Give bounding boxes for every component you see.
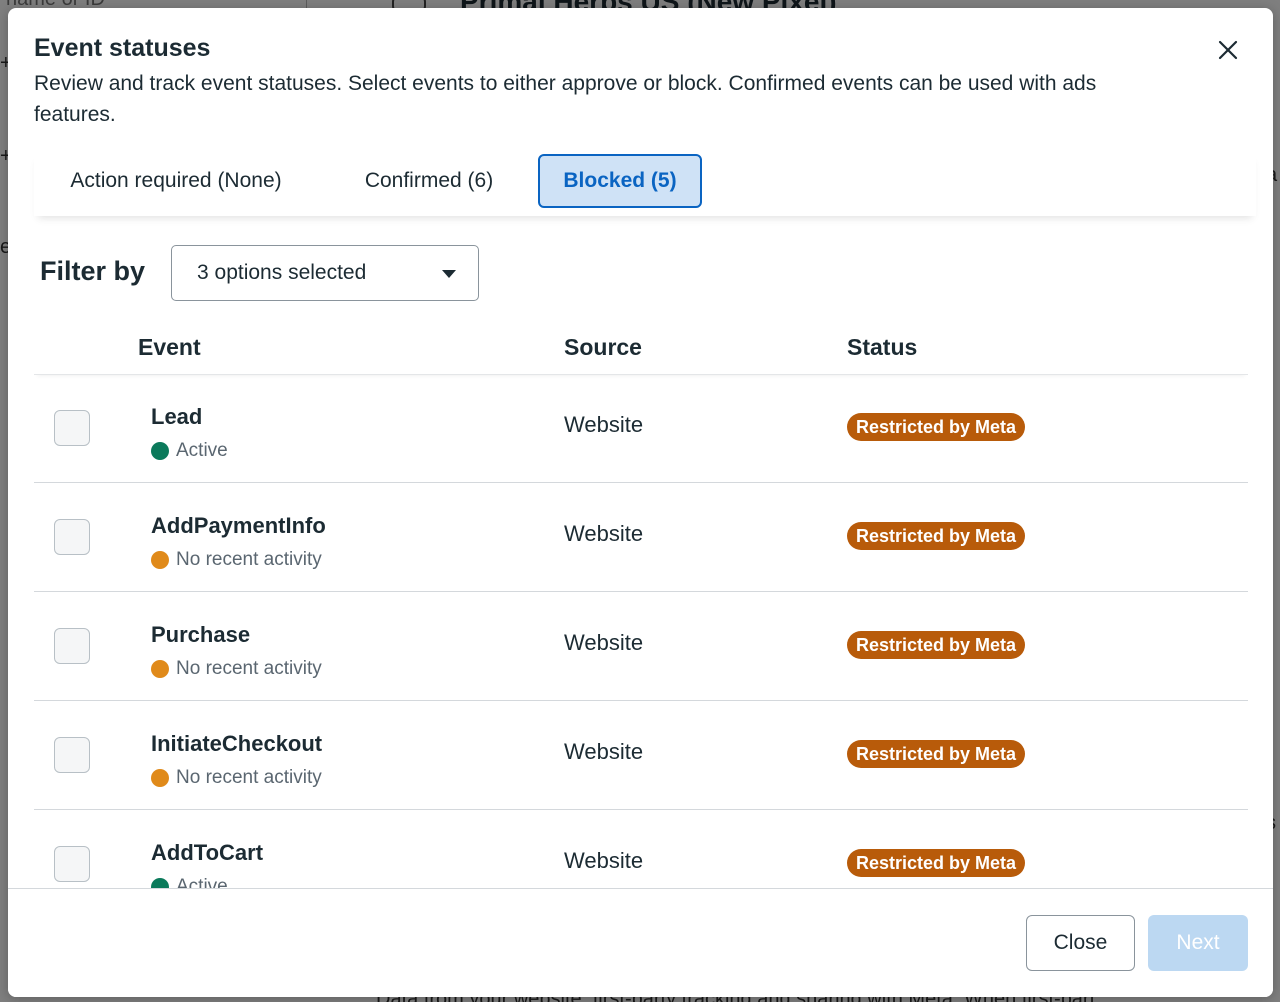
close-icon[interactable] (1214, 36, 1242, 64)
table-row: Purchase No recent activity Website Rest… (34, 592, 1248, 701)
event-statuses-dialog: Event statuses Review and track event st… (8, 8, 1273, 997)
filter-label: Filter by (40, 256, 146, 286)
dialog-title: Event statuses (34, 34, 211, 62)
row-checkbox[interactable] (54, 628, 90, 664)
event-activity-label: No recent activity (176, 549, 322, 570)
tab-confirmed[interactable]: Confirmed (6) (340, 154, 518, 208)
events-table: Lead Active Website Restricted by Meta A… (34, 374, 1248, 889)
status-badge: Restricted by Meta (847, 849, 1026, 877)
table-row: AddPaymentInfo No recent activity Websit… (34, 483, 1248, 592)
row-checkbox[interactable] (54, 410, 90, 446)
event-activity-label: No recent activity (176, 767, 322, 788)
event-activity-label: Active (176, 440, 228, 461)
dialog-description: Review and track event statuses. Select … (34, 72, 1097, 126)
event-name: AddPaymentInfo (151, 513, 326, 538)
filter-dropdown[interactable]: 3 options selected (171, 245, 479, 301)
event-activity-label: No recent activity (176, 658, 322, 679)
event-source: Website (564, 412, 644, 437)
event-name: AddToCart (151, 840, 264, 865)
next-button[interactable]: Next (1148, 915, 1248, 971)
event-activity: No recent activity (151, 549, 322, 571)
column-header-status[interactable]: Status (847, 334, 917, 361)
tab-blocked[interactable]: Blocked (5) (538, 154, 702, 208)
column-header-event[interactable]: Event (138, 334, 201, 361)
status-dot-icon (151, 660, 169, 678)
event-name: Purchase (151, 622, 251, 647)
status-badge: Restricted by Meta (847, 413, 1026, 441)
status-tabs: Action required (None) Confirmed (6) Blo… (34, 152, 1256, 216)
status-dot-icon (151, 769, 169, 787)
status-badge: Restricted by Meta (847, 740, 1026, 768)
close-button[interactable]: Close (1026, 915, 1135, 971)
caret-down-icon (442, 270, 456, 278)
filter-selected-value: 3 options selected (197, 261, 367, 284)
event-source: Website (564, 739, 644, 764)
dialog-footer: Close Next (8, 888, 1273, 997)
status-badge: Restricted by Meta (847, 522, 1026, 550)
tab-action-required[interactable]: Action required (None) (46, 154, 306, 208)
event-name: InitiateCheckout (151, 731, 323, 756)
event-source: Website (564, 848, 644, 873)
table-row: AddToCart Active Website Restricted by M… (34, 810, 1248, 889)
event-source: Website (564, 630, 644, 655)
event-activity: Active (151, 440, 228, 462)
table-row: InitiateCheckout No recent activity Webs… (34, 701, 1248, 810)
row-checkbox[interactable] (54, 846, 90, 882)
table-header: Event Source Status (34, 326, 1248, 375)
row-checkbox[interactable] (54, 519, 90, 555)
column-header-source[interactable]: Source (564, 334, 642, 361)
status-dot-icon (151, 442, 169, 460)
table-row: Lead Active Website Restricted by Meta (34, 374, 1248, 483)
row-checkbox[interactable] (54, 737, 90, 773)
status-badge: Restricted by Meta (847, 631, 1026, 659)
event-source: Website (564, 521, 644, 546)
event-activity: No recent activity (151, 767, 322, 789)
event-name: Lead (151, 404, 203, 429)
status-dot-icon (151, 551, 169, 569)
event-activity: No recent activity (151, 658, 322, 680)
